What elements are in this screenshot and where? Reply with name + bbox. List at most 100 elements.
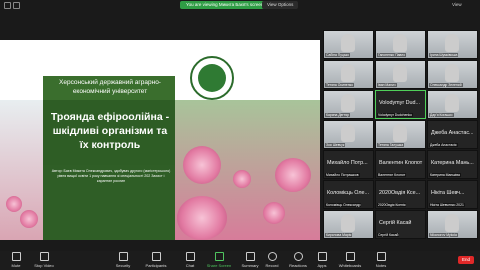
roses-photo-left <box>0 100 43 240</box>
participant-name-label: Тетяна Галушка <box>377 143 405 147</box>
end-meeting-button[interactable]: End <box>458 256 474 264</box>
participant-display-name: Катерина Мань... <box>431 160 474 166</box>
notes-icon <box>376 252 386 261</box>
participant-name-label: Дар'я Когашко <box>429 113 454 117</box>
security-button[interactable]: Security <box>109 252 137 268</box>
view-options-button[interactable]: View Options <box>262 1 299 9</box>
participant-name-label: Джеба Анастасія <box>429 143 458 147</box>
shield-icon <box>118 252 128 261</box>
participant-tile[interactable]: Дар'я Когашко <box>427 90 478 119</box>
participant-name-label: Михайло Потрашков <box>325 173 360 177</box>
participant-tile[interactable]: Коломієць Оле... Коломієць Олександр <box>323 180 374 209</box>
participant-tile[interactable]: Сабіна Пуцько <box>323 30 374 59</box>
participant-display-name: Михайло Потр... <box>327 160 368 166</box>
whiteboard-icon <box>345 252 355 261</box>
participant-name-label: Валентин Клопот <box>377 173 407 177</box>
screen-share-banner: You are viewing Микита Баєв's screen <box>180 1 270 9</box>
info-icon[interactable] <box>13 2 20 9</box>
participant-name-label: Кирилова Марія <box>325 233 353 237</box>
participant-name-label: Ірина Шумківська <box>429 53 459 57</box>
participant-tile[interactable]: Нікіта Шевч... Нікіта Шевченко 2021 <box>427 180 478 209</box>
participant-video <box>445 214 459 232</box>
presentation-slide: Херсонський державний аграрно-економічни… <box>0 44 320 240</box>
participant-display-name: 2020Овдія Ксе... <box>379 190 421 196</box>
slide-title: Троянда ефіроолійна - шкідливі організми… <box>50 111 170 151</box>
view-button[interactable]: View <box>452 1 462 9</box>
participant-name-label: Nikanorov Mykola <box>429 233 458 237</box>
share-screen-icon <box>214 252 224 261</box>
apps-icon <box>317 252 327 261</box>
top-bar: You are viewing Микита Баєв's screen Vie… <box>0 0 480 11</box>
university-logo <box>190 56 234 100</box>
apps-button[interactable]: Apps <box>308 252 336 268</box>
participant-tile[interactable]: Тетяна Галушка <box>375 120 426 149</box>
participant-display-name: Нікіта Шевч... <box>431 190 465 196</box>
participant-tile[interactable]: Ірина Шумківська <box>427 30 478 59</box>
meeting-toolbar: Mute Stop Video Security Participants Ch… <box>0 251 480 270</box>
participant-video <box>445 34 459 52</box>
shield-icon[interactable] <box>4 2 11 9</box>
participant-tile[interactable]: Катерина Мань... Катерина Маньківа <box>427 150 478 179</box>
share-screen-button[interactable]: Share Screen <box>205 252 233 268</box>
stop-video-button[interactable]: Stop Video <box>30 252 58 268</box>
notes-button[interactable]: Notes <box>367 252 395 268</box>
participant-name-label: Volodymyr Dudchenko <box>377 113 413 117</box>
participant-video <box>341 124 355 142</box>
participant-display-name: Коломієць Оле... <box>327 190 370 196</box>
participant-video <box>341 34 355 52</box>
participant-tile[interactable]: Олександр Зелений <box>427 60 478 89</box>
camera-icon <box>39 252 49 261</box>
participant-tile[interactable]: Гапоненко Павло <box>375 30 426 59</box>
participant-display-name: Сергій Касай <box>379 220 412 226</box>
slide-author: Автор: Баєв Микита Олександрович, здобув… <box>51 169 171 183</box>
participant-video <box>445 94 459 112</box>
participant-video <box>341 214 355 232</box>
participant-tile[interactable]: Сергій Касай Сергій Касай <box>375 210 426 239</box>
participant-name-label: Зоя Шевчук <box>325 143 346 147</box>
participant-tile[interactable]: Nikanorov Mykola <box>427 210 478 239</box>
record-button[interactable]: Record <box>258 252 286 268</box>
participant-video <box>341 94 355 112</box>
microphone-icon <box>11 252 21 261</box>
participant-display-name: Volodymyr Dud... <box>379 100 421 106</box>
participant-video <box>393 64 407 82</box>
participant-tile[interactable]: Карина Дегтяр <box>323 90 374 119</box>
record-icon <box>267 252 277 261</box>
participant-name-label: 2020Овдія Ксенія <box>377 203 407 207</box>
university-name: Херсонський державний аграрно-економічни… <box>59 79 161 95</box>
participant-tile[interactable]: Кирилова Марія <box>323 210 374 239</box>
roses-photo-right <box>175 100 320 240</box>
participant-tile[interactable]: Зоя Шевчук <box>323 120 374 149</box>
mute-button[interactable]: Mute <box>2 252 30 268</box>
shared-screen: Херсонський державний аграрно-економічни… <box>0 40 320 240</box>
smiley-icon <box>293 252 303 261</box>
participant-display-name: Джеба Анастас... <box>431 130 474 136</box>
whiteboards-button[interactable]: Whiteboards <box>336 252 364 268</box>
participant-tile[interactable]: Volodymyr Dud... Volodymyr Dudchenko <box>375 90 426 119</box>
summary-icon <box>245 252 255 261</box>
participant-tile[interactable]: Іван Манич <box>375 60 426 89</box>
participant-name-label: Тетяна Осипенко <box>325 83 354 87</box>
participant-tile[interactable]: Тетяна Осипенко <box>323 60 374 89</box>
participant-video <box>393 34 407 52</box>
participant-name-label: Сергій Касай <box>377 233 400 237</box>
participants-button[interactable]: Participants <box>142 252 170 268</box>
participant-name-label: Карина Дегтяр <box>325 113 351 117</box>
participant-video <box>393 124 407 142</box>
participant-name-label: Нікіта Шевченко 2021 <box>429 203 465 207</box>
participant-name-label: Сабіна Пуцько <box>325 53 351 57</box>
people-icon <box>151 252 161 261</box>
participant-video <box>445 64 459 82</box>
participant-tile[interactable]: Джеба Анастас... Джеба Анастасія <box>427 120 478 149</box>
participant-tile[interactable]: Михайло Потр... Михайло Потрашков <box>323 150 374 179</box>
chat-icon <box>185 252 195 261</box>
participant-tile[interactable]: Валентин Клопот Валентин Клопот <box>375 150 426 179</box>
participant-tile[interactable]: 2020Овдія Ксе... 2020Овдія Ксенія <box>375 180 426 209</box>
participant-display-name: Валентин Клопот <box>379 160 423 166</box>
participant-name-label: Коломієць Олександр <box>325 203 362 207</box>
participant-name-label: Олександр Зелений <box>429 83 463 87</box>
participant-name-label: Катерина Маньківа <box>429 173 461 177</box>
chat-button[interactable]: Chat <box>176 252 204 268</box>
participant-name-label: Іван Манич <box>377 83 397 87</box>
participant-gallery: Сабіна Пуцько Гапоненко Павло Ірина Шумків… <box>323 30 480 240</box>
